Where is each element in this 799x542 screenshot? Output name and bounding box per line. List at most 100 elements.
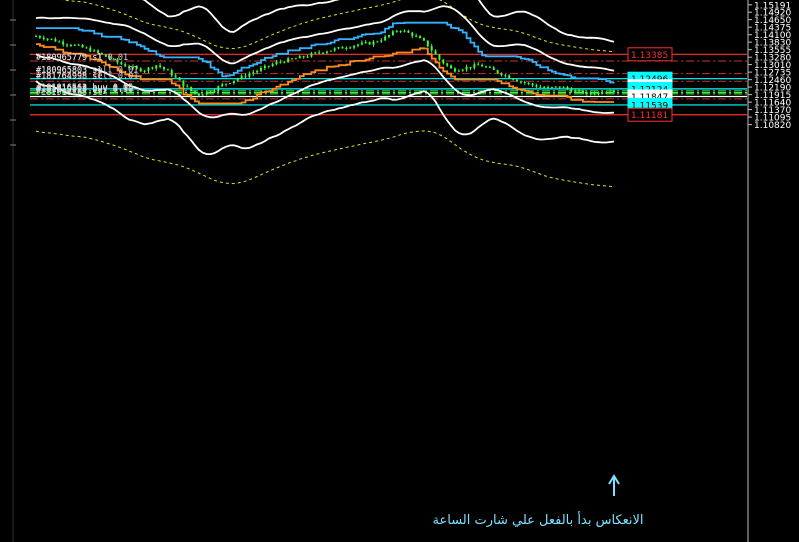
- candle-body: [263, 65, 266, 69]
- candle-body: [77, 44, 80, 46]
- candle-body: [236, 78, 239, 81]
- candle-body: [85, 47, 88, 49]
- candle-body: [519, 81, 522, 83]
- candle-body: [259, 68, 262, 71]
- candle-body: [415, 35, 418, 37]
- candle-body: [337, 47, 340, 49]
- candle-body: [360, 42, 363, 45]
- candle-body: [426, 40, 429, 47]
- candle: [329, 50, 332, 52]
- candle-body: [376, 41, 379, 43]
- order-label: #181910568 sl: [36, 88, 103, 98]
- candle-body: [318, 52, 321, 54]
- candle-body: [240, 75, 243, 79]
- candle-body: [159, 65, 162, 67]
- candle-body: [430, 46, 433, 51]
- candle-body: [395, 31, 398, 33]
- candle-body: [613, 90, 615, 92]
- candle-body: [419, 36, 422, 39]
- candle-body: [314, 52, 317, 54]
- candle-body: [155, 65, 158, 69]
- candle-body: [283, 61, 286, 63]
- price-tag: 1.13385: [627, 47, 673, 62]
- candle: [178, 76, 181, 81]
- annotation-text: الانعكاس بدأ بالفعل علي شارت الساعة: [433, 511, 644, 528]
- candle-body: [93, 50, 96, 52]
- candle-body: [267, 65, 270, 67]
- candle-body: [244, 75, 247, 77]
- candle-body: [535, 85, 538, 87]
- candle-body: [477, 64, 480, 66]
- candle-body: [438, 54, 441, 60]
- candle-body: [58, 41, 61, 43]
- order-label: #181764998 sl: [36, 72, 103, 82]
- candle-body: [570, 89, 573, 92]
- candle-body: [248, 73, 251, 77]
- candle-body: [457, 70, 460, 72]
- candle-body: [488, 67, 491, 69]
- candle-body: [492, 67, 495, 71]
- candle-body: [38, 36, 41, 38]
- candle-body: [81, 44, 84, 48]
- candle-body: [356, 44, 359, 46]
- candle-body: [217, 86, 220, 91]
- price-tag: 1.11181: [627, 107, 673, 122]
- candle-body: [291, 58, 294, 60]
- candle-body: [585, 92, 588, 94]
- candle-body: [333, 48, 336, 51]
- candle-body: [566, 87, 569, 90]
- candle-body: [341, 47, 344, 49]
- candle: [190, 86, 193, 92]
- candle-body: [601, 92, 604, 94]
- candle-body: [465, 66, 468, 70]
- price-tick-label: 1.10820: [754, 121, 791, 131]
- candle-body: [531, 83, 534, 86]
- candle-body: [197, 93, 200, 96]
- candle-body: [368, 42, 371, 45]
- candle-body: [539, 86, 542, 88]
- candle-body: [225, 83, 228, 85]
- candle: [228, 82, 231, 85]
- candle-body: [213, 90, 216, 93]
- candle-body: [496, 70, 499, 74]
- candle-body: [322, 52, 325, 54]
- candle-body: [547, 87, 550, 89]
- candle-body: [182, 80, 185, 87]
- candle-body: [325, 51, 328, 53]
- candle-body: [174, 75, 177, 78]
- candle-body: [609, 91, 612, 93]
- candle-body: [558, 86, 561, 88]
- candle-body: [504, 75, 507, 77]
- forex-price-chart: #180965779 sl#180965779 s1 0.01#18096580…: [0, 0, 799, 542]
- candle-body: [593, 93, 596, 95]
- candle-body: [508, 75, 511, 79]
- candle-body: [523, 81, 526, 83]
- candle-body: [35, 36, 37, 38]
- candle-body: [151, 67, 154, 69]
- candle-body: [589, 92, 592, 94]
- candle-body: [442, 59, 445, 64]
- candle-body: [422, 38, 425, 41]
- candle-body: [364, 42, 367, 44]
- candle-body: [54, 38, 57, 42]
- candle-body: [232, 80, 235, 84]
- candle-body: [372, 41, 375, 45]
- candle-body: [143, 70, 146, 72]
- candle-body: [66, 44, 69, 46]
- candle-body: [221, 84, 224, 87]
- candle-body: [294, 58, 297, 60]
- candle-body: [46, 38, 49, 40]
- candle-body: [310, 53, 313, 57]
- candle-body: [62, 41, 65, 45]
- candle-body: [543, 86, 546, 88]
- candle-body: [461, 69, 464, 71]
- candle-body: [205, 91, 208, 95]
- candle-body: [554, 86, 557, 88]
- candle-body: [550, 86, 553, 88]
- candle-body: [527, 82, 530, 84]
- price-tags: 1.133851.124961.122191.121241.118471.115…: [627, 47, 673, 122]
- candle-body: [275, 61, 278, 65]
- candle-body: [353, 45, 356, 48]
- candle-body: [329, 50, 332, 52]
- order-label: #180965779 s1 0.01: [36, 53, 128, 63]
